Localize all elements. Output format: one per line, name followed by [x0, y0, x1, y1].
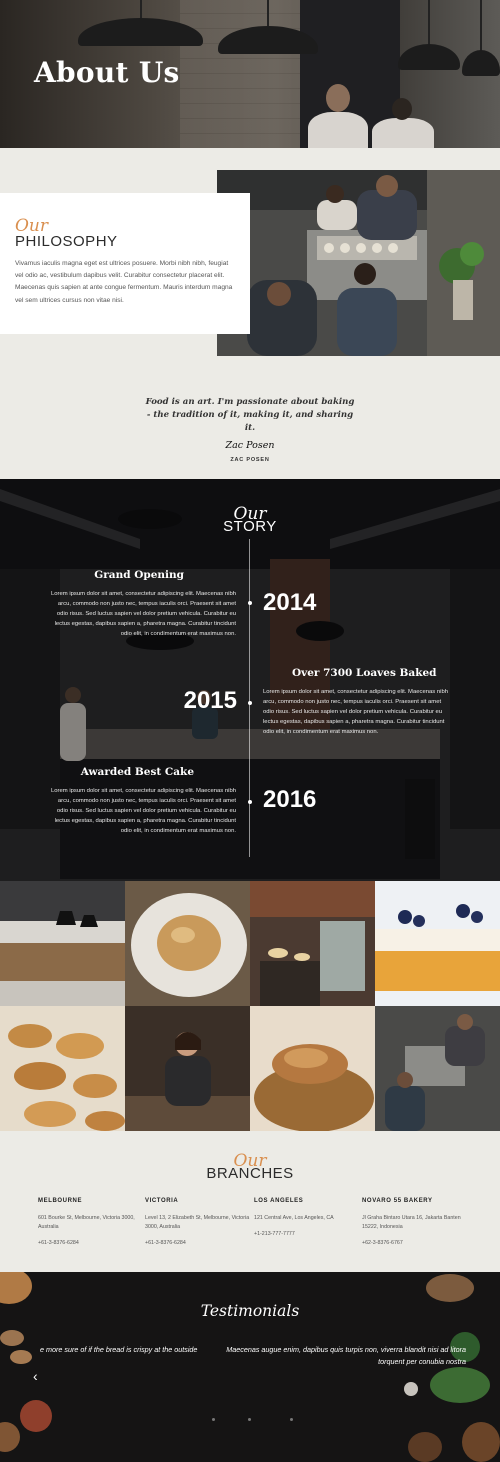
philosophy-text: Vivamus iaculis magna eget est ultrices …	[15, 260, 233, 304]
pendant-lamp	[218, 0, 318, 56]
event-title: Awarded Best Cake	[80, 766, 194, 778]
branch-name: LOS ANGELES	[254, 1198, 304, 1204]
slider-dot[interactable]	[248, 1418, 251, 1421]
event-year: 2016	[263, 786, 317, 813]
timeline-line	[249, 539, 250, 857]
page-title: About Us	[34, 56, 180, 89]
section-heading: PHILOSOPHY	[15, 233, 118, 250]
branch-address: 601 Bourke St, Melbourne, Victoria 3000,…	[38, 1215, 135, 1230]
nut-decoration	[0, 1422, 20, 1452]
gallery-photo-cafe-interior	[0, 881, 125, 1006]
timeline-dot	[247, 800, 252, 804]
story-section: Our STORY Grand Opening Lorem ipsum dolo…	[0, 479, 500, 881]
event-title: Grand Opening	[94, 569, 184, 581]
branch-phone[interactable]: +61-3-8376-6284	[38, 1240, 143, 1246]
pendant-lamp	[462, 0, 500, 80]
branch-address: Level 13, 2 Elizabeth St, Melbourne, Vic…	[145, 1215, 250, 1230]
person-head	[326, 84, 350, 112]
quote-block: Food is an art. I'm passionate about bak…	[0, 396, 500, 463]
section-heading: STORY	[223, 518, 277, 535]
branch-card: MELBOURNE 601 Bourke St, Melbourne, Vict…	[38, 1198, 143, 1246]
quote-text: Food is an art. I'm passionate about bak…	[145, 397, 355, 433]
coffee-cup-decoration	[408, 1432, 442, 1462]
branch-address: 121 Central Ave, Los Angeles, CA	[254, 1215, 334, 1221]
branch-address: Jl Graha Bintaro Utara 16, Jakarta Bante…	[362, 1215, 461, 1230]
event-year: 2015	[183, 687, 237, 714]
gallery-photo-coffee-bar	[375, 1006, 500, 1131]
person	[372, 118, 434, 148]
hero-banner: About Us	[0, 0, 500, 148]
philosophy-card: Our PHILOSOPHY Vivamus iaculis magna ege…	[0, 193, 250, 334]
branch-name: VICTORIA	[145, 1198, 179, 1204]
event-title: Over 7300 Loaves Baked	[292, 667, 437, 679]
chevron-left-icon[interactable]: ‹	[33, 1368, 38, 1384]
branch-phone[interactable]: +62-3-8376-6767	[362, 1240, 467, 1246]
section-heading: Testimonials	[200, 1302, 300, 1320]
slider-dot[interactable]	[212, 1418, 215, 1421]
gallery-photo-bread-loaf	[125, 881, 250, 1006]
testimonial-quote: e more sure of if the bread is crispy at…	[40, 1345, 198, 1354]
photo-gallery	[0, 881, 500, 1131]
testimonial-quote: Maecenas augue enim, dapibus quis turpis…	[226, 1345, 466, 1366]
bread-decoration	[462, 1422, 500, 1462]
section-heading: BRANCHES	[206, 1165, 294, 1182]
gallery-photo-baker	[125, 1006, 250, 1131]
almond-decoration	[0, 1330, 24, 1346]
event-text: Lorem ipsum dolor sit amet, consectetur …	[51, 788, 236, 834]
bread-decoration	[426, 1274, 474, 1302]
quote-author: ZAC POSEN	[230, 457, 270, 463]
gallery-photo-croissants	[0, 1006, 125, 1131]
branch-phone[interactable]: +1-213-777-7777	[254, 1231, 359, 1237]
person	[308, 112, 368, 148]
gallery-photo-bread-basket	[250, 1006, 375, 1131]
branch-phone[interactable]: +61-3-8376-6284	[145, 1240, 250, 1246]
bread-decoration	[0, 1272, 32, 1304]
leaf-decoration	[430, 1367, 490, 1403]
event-year: 2014	[263, 589, 317, 616]
branches-section: Our BRANCHES MELBOURNE 601 Bourke St, Me…	[0, 1131, 500, 1272]
branch-card: LOS ANGELES 121 Central Ave, Los Angeles…	[254, 1198, 359, 1237]
gallery-photo-blueberry-cake	[375, 881, 500, 1006]
almond-decoration	[10, 1350, 32, 1364]
pendant-lamp	[398, 0, 460, 72]
timeline-dot	[247, 601, 252, 605]
pendant-lamp	[78, 0, 203, 48]
event-text: Lorem ipsum dolor sit amet, consectetur …	[51, 591, 236, 637]
branch-card: VICTORIA Level 13, 2 Elizabeth St, Melbo…	[145, 1198, 250, 1246]
branch-name: NOVARO 55 BAKERY	[362, 1198, 433, 1204]
slider-dot[interactable]	[290, 1418, 293, 1421]
signature: Zac Posen	[225, 440, 275, 451]
event-text: Lorem ipsum dolor sit amet, consectetur …	[263, 689, 448, 735]
testimonials-section: Testimonials e more sure of if the bread…	[0, 1272, 500, 1462]
strawberry-decoration	[20, 1400, 52, 1432]
philosophy-photo	[217, 170, 500, 356]
ingredient-decoration	[404, 1382, 418, 1396]
timeline-dot	[247, 701, 252, 705]
branch-card: NOVARO 55 BAKERY Jl Graha Bintaro Utara …	[362, 1198, 467, 1246]
branch-name: MELBOURNE	[38, 1198, 83, 1204]
gallery-photo-market-hall	[250, 881, 375, 1006]
person-head	[392, 98, 412, 120]
